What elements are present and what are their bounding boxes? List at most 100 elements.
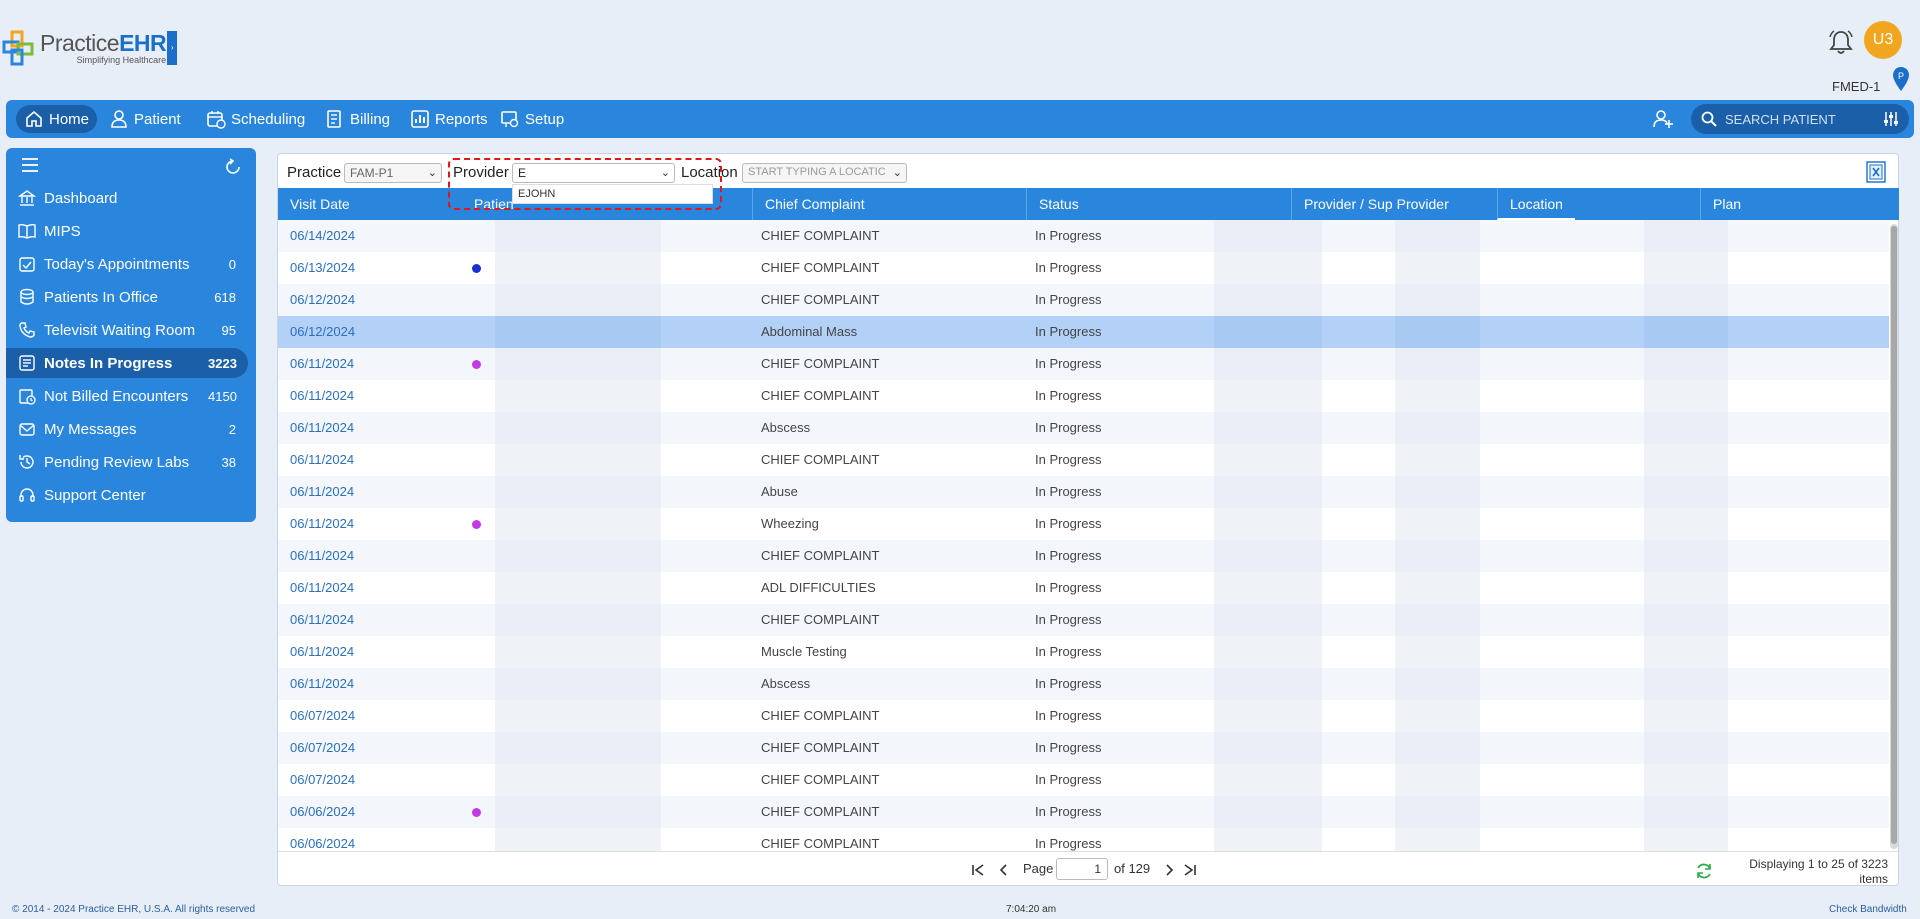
col-status[interactable]: Status	[1026, 188, 1291, 220]
page-number-input[interactable]: 1	[1056, 858, 1108, 880]
sidebar-item-dashboard[interactable]: Dashboard	[6, 183, 248, 213]
col-location[interactable]: Location	[1497, 188, 1575, 220]
notification-bell-icon[interactable]	[1827, 28, 1855, 56]
visit-date-cell[interactable]: 06/07/2024	[290, 732, 355, 764]
nav-home[interactable]: Home	[16, 105, 98, 133]
visit-date-cell[interactable]: 06/13/2024	[290, 252, 355, 284]
visit-date-cell[interactable]: 06/11/2024	[290, 348, 354, 380]
sidebar-item-pending-review-labs[interactable]: Pending Review Labs 38	[6, 447, 248, 477]
svg-text:P: P	[1898, 71, 1904, 81]
table-row[interactable]: 06/12/2024 Abdominal Mass In Progress	[278, 316, 1889, 348]
col-plan[interactable]: Plan	[1700, 188, 1899, 220]
visit-date-cell[interactable]: 06/07/2024	[290, 700, 355, 732]
table-row[interactable]: 06/14/2024 CHIEF COMPLAINT In Progress	[278, 220, 1889, 252]
visit-date-cell[interactable]: 06/11/2024	[290, 604, 354, 636]
provider-cell-redacted	[1214, 540, 1322, 572]
table-row[interactable]: 06/07/2024 CHIEF COMPLAINT In Progress	[278, 732, 1889, 764]
plan-cell-redacted	[1644, 540, 1728, 572]
visit-date-cell[interactable]: 06/11/2024	[290, 668, 354, 700]
table-row[interactable]: 06/12/2024 CHIEF COMPLAINT In Progress	[278, 284, 1889, 316]
provider-cell-redacted	[1214, 284, 1322, 316]
sidebar-item-my-messages[interactable]: My Messages 2	[6, 414, 248, 444]
sidebar-item-mips[interactable]: MIPS	[6, 216, 248, 246]
visit-date-cell[interactable]: 06/11/2024	[290, 636, 354, 668]
table-row[interactable]: 06/07/2024 CHIEF COMPLAINT In Progress	[278, 700, 1889, 732]
visit-date-cell[interactable]: 06/14/2024	[290, 220, 355, 252]
nav-scheduling[interactable]: Scheduling	[198, 105, 313, 133]
sidebar-item-support-center[interactable]: Support Center	[6, 480, 248, 510]
clock-text: 7:04:20 am	[1006, 904, 1057, 915]
visit-date-cell[interactable]: 06/11/2024	[290, 412, 354, 444]
visit-date-cell[interactable]: 06/06/2024	[290, 796, 355, 828]
sidebar-item-patients-in-office[interactable]: Patients In Office 618	[6, 282, 248, 312]
table-row[interactable]: 06/11/2024 Abscess In Progress	[278, 412, 1889, 444]
table-row[interactable]: 06/07/2024 CHIEF COMPLAINT In Progress	[278, 764, 1889, 796]
practice-ehr-logo[interactable]: PracticeEHR Simplifying Healthcare ›	[2, 30, 178, 66]
visit-date-cell[interactable]: 06/11/2024	[290, 540, 354, 572]
plan-cell-redacted	[1644, 732, 1728, 764]
col-chief-complaint[interactable]: Chief Complaint	[752, 188, 1026, 220]
visit-date-cell[interactable]: 06/12/2024	[290, 316, 355, 348]
sidebar-item-televisit-waiting-room[interactable]: Televisit Waiting Room 95	[6, 315, 248, 345]
visit-date-cell[interactable]: 06/07/2024	[290, 764, 355, 796]
refresh-icon[interactable]	[224, 158, 242, 176]
check-bandwidth-link[interactable]: Check Bandwidth	[1829, 904, 1907, 915]
first-page-icon[interactable]	[971, 864, 985, 876]
table-row[interactable]: 06/11/2024 CHIEF COMPLAINT In Progress	[278, 540, 1889, 572]
sidebar-item-not-billed-encounters[interactable]: Not Billed Encounters 4150	[6, 381, 248, 411]
table-row[interactable]: 06/11/2024 Abscess In Progress	[278, 668, 1889, 700]
patient-icon	[111, 110, 127, 128]
table-row[interactable]: 06/06/2024 CHIEF COMPLAINT In Progress	[278, 796, 1889, 828]
facility-pin-icon[interactable]: P	[1892, 66, 1910, 92]
next-page-icon[interactable]	[1166, 864, 1174, 876]
scrollbar-thumb[interactable]	[1891, 226, 1897, 844]
sidebar-item-label: My Messages	[44, 420, 137, 438]
sidebar-item-todays-appointments[interactable]: Today's Appointments 0	[6, 249, 248, 279]
hamburger-menu-icon[interactable]	[22, 158, 38, 172]
col-provider[interactable]: Provider / Sup Provider	[1291, 188, 1524, 220]
table-row[interactable]: 06/11/2024 CHIEF COMPLAINT In Progress	[278, 348, 1889, 380]
plan-cell-redacted	[1644, 348, 1728, 380]
nav-setup[interactable]: Setup	[492, 105, 572, 133]
status-cell: In Progress	[1035, 228, 1102, 243]
col-visit-date[interactable]: Visit Date	[278, 188, 458, 220]
visit-date-cell[interactable]: 06/11/2024	[290, 572, 354, 604]
visit-date-cell[interactable]: 06/11/2024	[290, 444, 354, 476]
table-row[interactable]: 06/11/2024 CHIEF COMPLAINT In Progress	[278, 380, 1889, 412]
logo-tab: ›	[167, 31, 178, 65]
nav-reports[interactable]: Reports	[402, 105, 496, 133]
table-row[interactable]: 06/11/2024 CHIEF COMPLAINT In Progress	[278, 444, 1889, 476]
sidebar-item-notes-in-progress[interactable]: Notes In Progress 3223	[6, 348, 248, 378]
practice-select[interactable]: FAM-P1 ⌄	[344, 163, 442, 183]
sidebar-item-label: Pending Review Labs	[44, 453, 190, 471]
excel-export-icon[interactable]	[1866, 161, 1886, 183]
last-page-icon[interactable]	[1183, 864, 1197, 876]
table-row[interactable]: 06/13/2024 CHIEF COMPLAINT In Progress	[278, 252, 1889, 284]
visit-date-cell[interactable]: 06/11/2024	[290, 508, 354, 540]
patient-cell-redacted	[495, 380, 661, 412]
table-row[interactable]: 06/11/2024 ADL DIFFICULTIES In Progress	[278, 572, 1889, 604]
nav-patient[interactable]: Patient	[101, 105, 189, 133]
add-patient-icon[interactable]	[1652, 108, 1674, 130]
provider-cell-redacted	[1214, 316, 1322, 348]
visit-date-cell[interactable]: 06/12/2024	[290, 284, 355, 316]
visit-date-cell[interactable]: 06/06/2024	[290, 828, 355, 851]
chief-complaint-cell: ADL DIFFICULTIES	[761, 580, 876, 595]
table-scrollbar[interactable]	[1890, 224, 1898, 849]
table-row[interactable]: 06/11/2024 Wheezing In Progress	[278, 508, 1889, 540]
visit-date-cell[interactable]: 06/11/2024	[290, 476, 354, 508]
filter-sliders-icon[interactable]	[1883, 111, 1899, 127]
nav-billing[interactable]: Billing	[317, 105, 398, 133]
sidebar-item-label: Not Billed Encounters	[44, 387, 189, 405]
pager-refresh-icon[interactable]	[1695, 862, 1713, 880]
user-avatar[interactable]: U3	[1864, 21, 1902, 59]
search-patient-box[interactable]: SEARCH PATIENT	[1691, 104, 1909, 134]
table-row[interactable]: 06/06/2024 CHIEF COMPLAINT In Progress	[278, 828, 1889, 851]
location-input[interactable]: START TYPING A LOCATIC ⌄	[742, 163, 907, 183]
table-row[interactable]: 06/11/2024 Abuse In Progress	[278, 476, 1889, 508]
table-row[interactable]: 06/11/2024 CHIEF COMPLAINT In Progress	[278, 604, 1889, 636]
table-row[interactable]: 06/11/2024 Muscle Testing In Progress	[278, 636, 1889, 668]
location-cell-redacted	[1395, 572, 1480, 604]
prev-page-icon[interactable]	[999, 864, 1007, 876]
visit-date-cell[interactable]: 06/11/2024	[290, 380, 354, 412]
